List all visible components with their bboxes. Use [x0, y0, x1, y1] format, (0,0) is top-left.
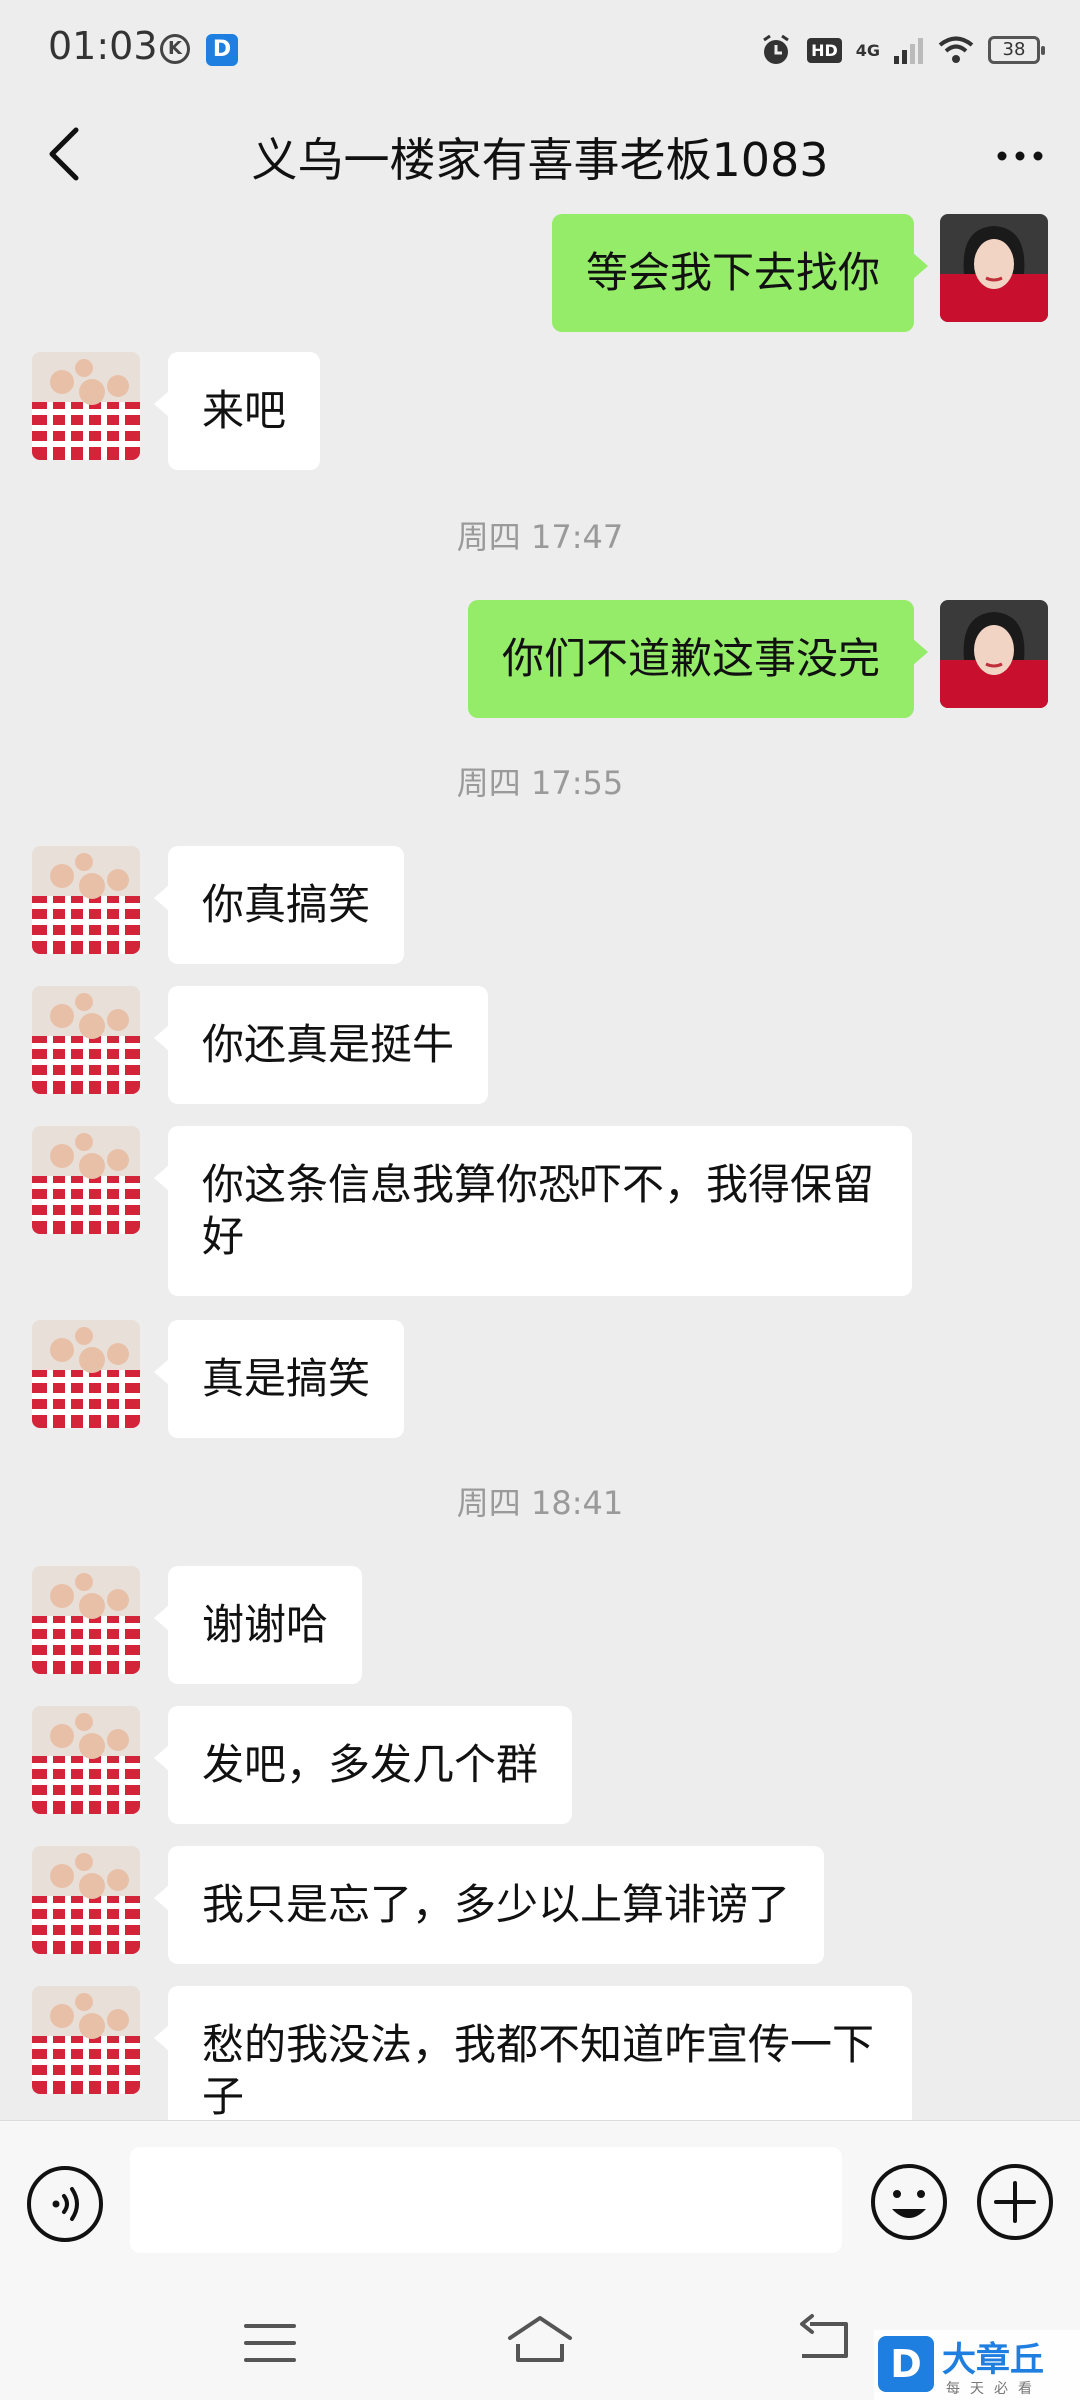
- status-time: 01:03: [48, 24, 158, 68]
- contact-avatar[interactable]: [32, 352, 140, 460]
- message-bubble-incoming[interactable]: 愁的我没法，我都不知道咋宣传一下子: [154, 1986, 912, 2120]
- contact-avatar[interactable]: [32, 1320, 140, 1428]
- back-icon[interactable]: [790, 2310, 856, 2370]
- message-bubble-incoming[interactable]: 你还真是挺牛: [153, 986, 489, 1104]
- my-avatar[interactable]: [940, 214, 1048, 322]
- k-app-icon: K: [160, 34, 190, 64]
- emoji-icon[interactable]: [868, 2161, 950, 2243]
- contact-avatar[interactable]: [32, 1126, 140, 1234]
- message-bubble-outgoing[interactable]: 等会我下去找你: [551, 214, 929, 332]
- message-input[interactable]: [130, 2147, 842, 2253]
- contact-avatar[interactable]: [32, 1986, 140, 2094]
- alarm-icon: [763, 34, 789, 64]
- message-bubble-incoming[interactable]: 你真搞笑: [153, 846, 405, 964]
- network-type: 4G: [855, 40, 880, 60]
- more-options-icon[interactable]: [988, 124, 1052, 188]
- message-list[interactable]: 等会我下去找你 来吧 周四 17:47 你们不道歉这事没完 周四 17:55 你…: [0, 214, 1080, 2120]
- voice-input-icon[interactable]: [24, 2163, 106, 2245]
- message-timestamp: 周四 18:41: [456, 1484, 624, 1522]
- message-bubble-outgoing[interactable]: 你们不道歉这事没完: [467, 600, 929, 718]
- message-bubble-incoming[interactable]: 我只是忘了，多少以上算诽谤了: [153, 1846, 825, 1964]
- plus-icon[interactable]: [974, 2161, 1056, 2243]
- home-icon[interactable]: [500, 2310, 580, 2370]
- contact-avatar[interactable]: [32, 1846, 140, 1954]
- contact-avatar[interactable]: [32, 1706, 140, 1814]
- wifi-icon: [938, 36, 974, 63]
- my-avatar[interactable]: [940, 600, 1048, 708]
- contact-avatar[interactable]: [32, 1566, 140, 1674]
- message-bubble-incoming[interactable]: 发吧，多发几个群: [153, 1706, 573, 1824]
- watermark-slogan: 每天必看: [946, 2381, 1042, 2397]
- signal-icon: [894, 38, 923, 64]
- watermark-name: 大章丘: [942, 2340, 1044, 2380]
- chat-header: 义乌一楼家有喜事老板1083: [0, 96, 1080, 214]
- chat-title: 义乌一楼家有喜事老板1083: [251, 133, 829, 187]
- message-timestamp: 周四 17:55: [456, 764, 624, 802]
- watermark-logo: D: [878, 2336, 934, 2392]
- status-indicators: HD 4G 38: [759, 26, 1045, 74]
- chat-input-bar: [0, 2120, 1080, 2280]
- message-timestamp: 周四 17:47: [456, 518, 624, 556]
- contact-avatar[interactable]: [32, 986, 140, 1094]
- status-bar: 01:03 K D HD 4G 38: [0, 0, 1080, 96]
- hd-badge: HD: [807, 37, 842, 63]
- battery-icon: 38: [988, 36, 1045, 64]
- watermark: D 大章丘 每天必看: [874, 2330, 1080, 2400]
- message-bubble-incoming[interactable]: 谢谢哈: [153, 1566, 363, 1684]
- system-nav-bar: D 大章丘 每天必看: [0, 2280, 1080, 2400]
- message-bubble-incoming[interactable]: 你这条信息我算你恐吓不，我得保留好: [154, 1126, 912, 1296]
- menu-icon[interactable]: [240, 2318, 300, 2368]
- d-app-icon: D: [206, 34, 238, 66]
- contact-avatar[interactable]: [32, 846, 140, 954]
- message-bubble-incoming[interactable]: 真是搞笑: [153, 1320, 405, 1438]
- message-bubble-incoming[interactable]: 来吧: [153, 352, 321, 470]
